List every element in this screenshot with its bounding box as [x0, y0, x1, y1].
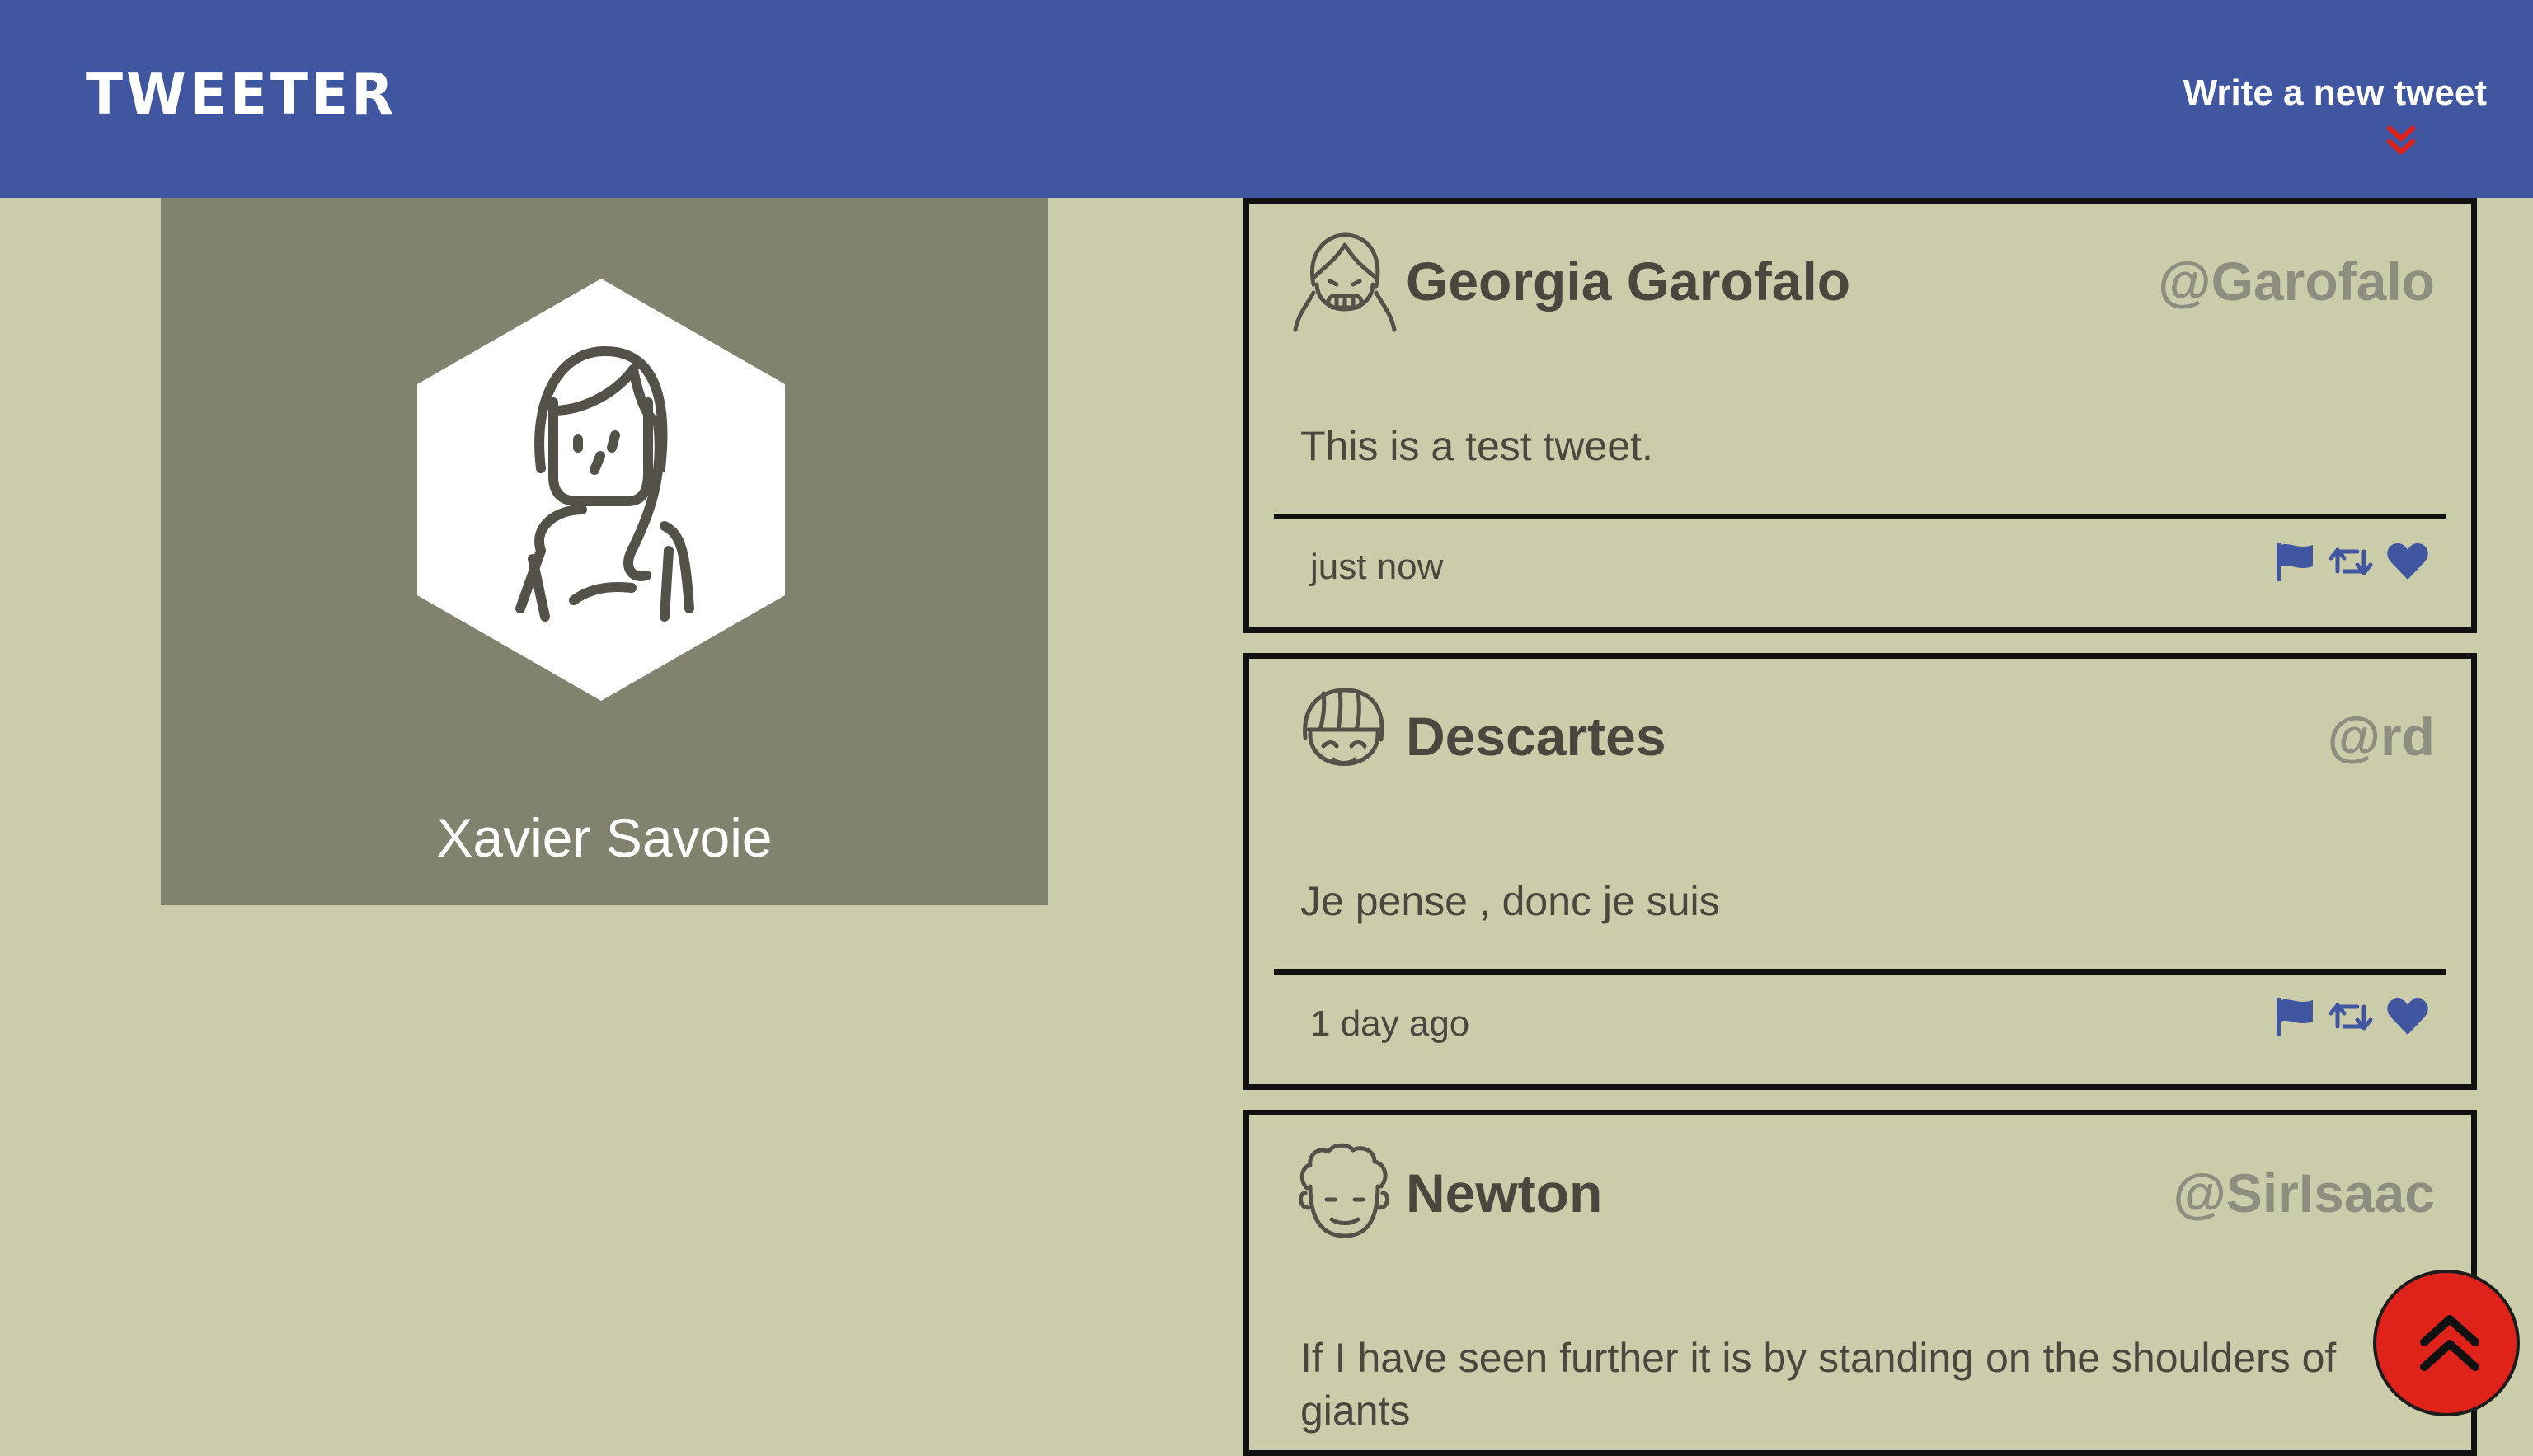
profile-card: Xavier Savoie — [161, 198, 1048, 905]
tweet-actions — [2273, 995, 2430, 1038]
brand-logo[interactable]: TWEETER — [86, 61, 397, 128]
write-new-tweet-button[interactable]: Write a new tweet — [2157, 73, 2487, 155]
profile-avatar-icon — [417, 279, 785, 701]
user-avatar-icon — [1303, 688, 1384, 766]
flag-icon[interactable] — [2273, 540, 2316, 583]
tweet-timestamp: just now — [1310, 547, 1444, 587]
tweet-divider — [1274, 514, 2446, 519]
tweet-text: This is a test tweet. — [1300, 423, 1653, 469]
profile-name: Xavier Savoie — [436, 807, 773, 868]
tweet-author-name: Newton — [1406, 1162, 1603, 1224]
user-avatar-icon — [1293, 232, 1397, 332]
tweet-timestamp: 1 day ago — [1310, 1003, 1470, 1044]
double-chevron-down-icon[interactable] — [2383, 122, 2419, 158]
user-avatar-icon — [1299, 1143, 1389, 1238]
tweet-text: Je pense , donc je suis — [1300, 878, 1720, 924]
double-chevron-up-icon[interactable] — [2413, 1306, 2487, 1380]
heart-icon[interactable] — [2385, 540, 2430, 583]
tweet-card: Newton @SirIsaac If I have seen further … — [1243, 1110, 2477, 1456]
tweet-author-name: Georgia Garofalo — [1406, 251, 1851, 312]
tweet-divider — [1274, 969, 2446, 975]
tweet-author-name: Descartes — [1406, 706, 1666, 767]
write-new-tweet-label[interactable]: Write a new tweet — [2157, 73, 2487, 114]
tweet-text: If I have seen further it is by standing… — [1300, 1335, 2337, 1434]
tweet-actions — [2273, 540, 2430, 583]
top-navbar: TWEETER Write a new tweet — [0, 0, 2533, 198]
tweet-card: Descartes @rd Je pense , donc je suis 1 … — [1243, 653, 2477, 1090]
tweet-author-handle: @Garofalo — [2158, 251, 2435, 312]
retweet-icon[interactable] — [2328, 995, 2374, 1038]
scroll-to-top-button[interactable] — [2373, 1270, 2520, 1416]
tweet-author-handle: @SirIsaac — [2173, 1162, 2435, 1224]
flag-icon[interactable] — [2273, 995, 2316, 1038]
tweet-card: Georgia Garofalo @Garofalo This is a tes… — [1243, 198, 2477, 633]
tweet-author-handle: @rd — [2327, 706, 2435, 767]
retweet-icon[interactable] — [2328, 540, 2374, 583]
heart-icon[interactable] — [2385, 995, 2430, 1038]
